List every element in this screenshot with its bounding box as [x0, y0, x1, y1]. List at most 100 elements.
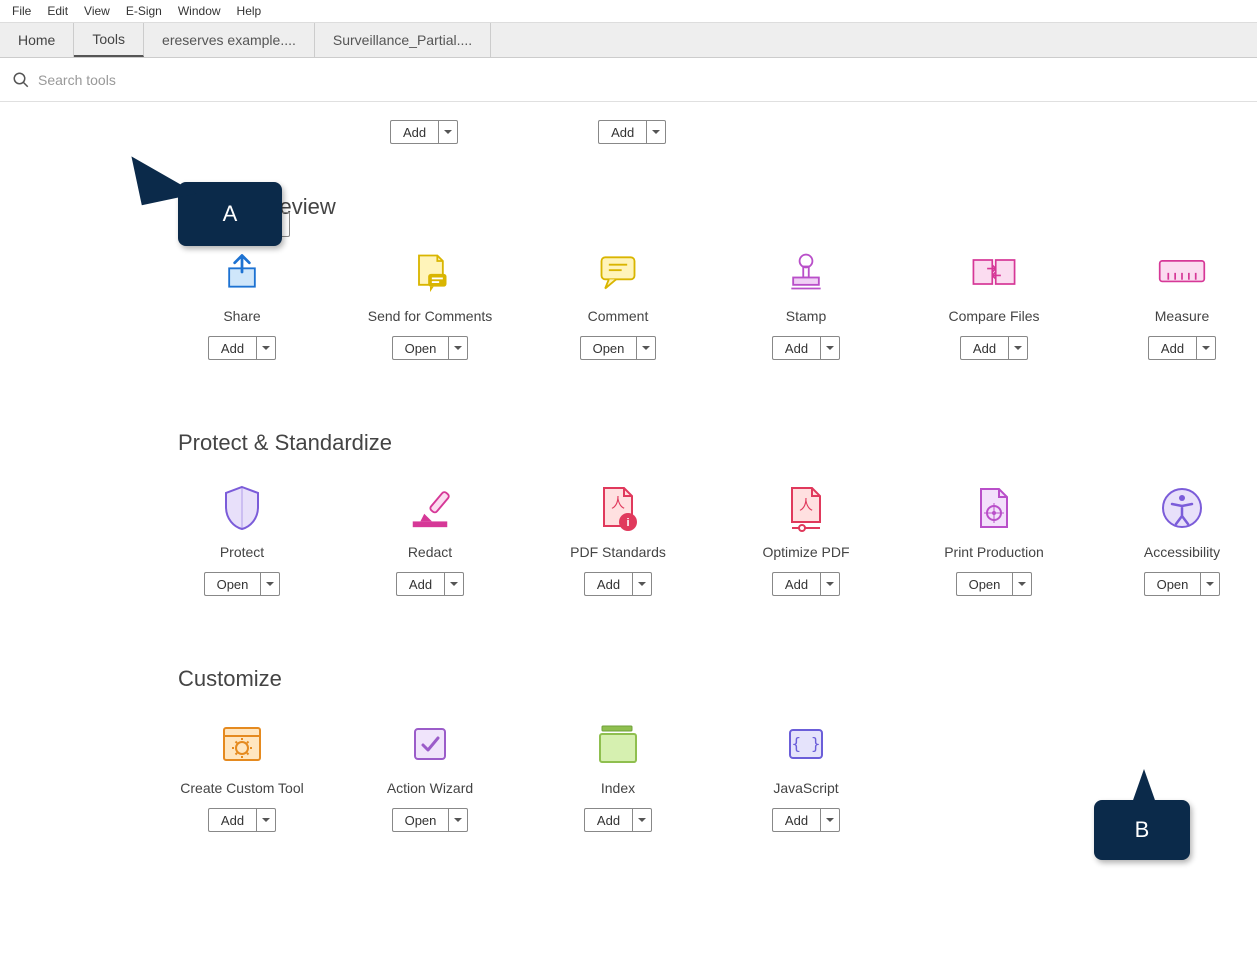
tab-tools[interactable]: Tools [74, 23, 144, 57]
tool-label: JavaScript [773, 780, 838, 796]
menu-edit[interactable]: Edit [39, 2, 76, 20]
tool-pdf-standards[interactable]: 人i PDF Standards Add [554, 484, 682, 596]
btn-main[interactable]: Open [392, 808, 449, 832]
btn-main[interactable]: Open [204, 572, 261, 596]
tool-javascript[interactable]: { } JavaScript Add [742, 720, 870, 832]
tool-button[interactable]: Open [392, 336, 469, 360]
tool-share[interactable]: Share Add [178, 248, 306, 360]
tool-comment[interactable]: Comment Open [554, 248, 682, 360]
tool-button[interactable]: Open [392, 808, 469, 832]
tab-doc-surveillance[interactable]: Surveillance_Partial.... [315, 23, 491, 57]
measure-icon [1158, 248, 1206, 296]
btn-drop[interactable] [256, 336, 276, 360]
orphan-add-button-2[interactable]: Add [598, 120, 666, 144]
btn-drop[interactable] [1200, 572, 1220, 596]
tool-button[interactable]: Add [208, 336, 276, 360]
btn-drop[interactable] [820, 808, 840, 832]
orphan-add-drop-2[interactable] [646, 120, 666, 144]
send-comments-icon [406, 248, 454, 296]
svg-text:人: 人 [611, 495, 625, 511]
tool-label: Accessibility [1144, 544, 1220, 560]
action-wizard-icon [406, 720, 454, 768]
tool-button[interactable]: Open [956, 572, 1033, 596]
menu-view[interactable]: View [76, 2, 118, 20]
orphan-add-main-2[interactable]: Add [598, 120, 646, 144]
tool-redact[interactable]: Redact Add [366, 484, 494, 596]
btn-main[interactable]: Add [772, 336, 820, 360]
svg-text:人: 人 [799, 497, 813, 513]
tool-send-for-comments[interactable]: Send for Comments Open [366, 248, 494, 360]
tool-button[interactable]: Add [960, 336, 1028, 360]
btn-main[interactable]: Add [396, 572, 444, 596]
btn-drop[interactable] [1196, 336, 1216, 360]
btn-drop[interactable] [636, 336, 656, 360]
tool-protect[interactable]: Protect Open [178, 484, 306, 596]
btn-main[interactable]: Open [1144, 572, 1201, 596]
btn-drop[interactable] [1008, 336, 1028, 360]
tool-button[interactable]: Add [396, 572, 464, 596]
tab-home[interactable]: Home [0, 23, 74, 57]
btn-drop[interactable] [444, 572, 464, 596]
orphan-add-main-1[interactable]: Add [390, 120, 438, 144]
btn-main[interactable]: Add [960, 336, 1008, 360]
tool-measure[interactable]: Measure Add [1118, 248, 1246, 360]
menu-file[interactable]: File [4, 2, 39, 20]
tool-optimize-pdf[interactable]: 人 Optimize PDF Add [742, 484, 870, 596]
tool-print-production[interactable]: Print Production Open [930, 484, 1058, 596]
btn-drop[interactable] [448, 336, 468, 360]
protect-icon [218, 484, 266, 532]
btn-main[interactable]: Open [392, 336, 449, 360]
section-title-share: Share & Review [178, 194, 1257, 220]
menu-help[interactable]: Help [229, 2, 270, 20]
tool-button[interactable]: Add [1148, 336, 1216, 360]
btn-main[interactable]: Open [956, 572, 1013, 596]
btn-main[interactable]: Add [1148, 336, 1196, 360]
btn-drop[interactable] [256, 808, 276, 832]
btn-drop[interactable] [260, 572, 280, 596]
tab-doc-ereserves[interactable]: ereserves example.... [144, 23, 315, 57]
tool-button[interactable]: Add [772, 336, 840, 360]
searchbar [0, 58, 1257, 102]
btn-main[interactable]: Add [772, 808, 820, 832]
menu-window[interactable]: Window [170, 2, 229, 20]
tool-button[interactable]: Open [1144, 572, 1221, 596]
tool-button[interactable]: Open [580, 336, 657, 360]
optimize-icon: 人 [782, 484, 830, 532]
pdf-standards-icon: 人i [594, 484, 642, 532]
tool-label: Measure [1155, 308, 1209, 324]
btn-main[interactable]: Add [772, 572, 820, 596]
btn-main[interactable]: Add [208, 808, 256, 832]
tool-button[interactable]: Add [584, 572, 652, 596]
tool-button[interactable]: Add [584, 808, 652, 832]
tool-label: Stamp [786, 308, 826, 324]
tool-compare-files[interactable]: Compare Files Add [930, 248, 1058, 360]
btn-drop[interactable] [820, 336, 840, 360]
btn-drop[interactable] [820, 572, 840, 596]
btn-main[interactable]: Add [584, 808, 632, 832]
btn-main[interactable]: Add [584, 572, 632, 596]
tool-stamp[interactable]: Stamp Add [742, 248, 870, 360]
btn-main[interactable]: Add [208, 336, 256, 360]
tool-grid-share: Share Add Send for Comments Open [178, 248, 1257, 380]
share-icon [218, 248, 266, 296]
tool-create-custom-tool[interactable]: Create Custom Tool Add [178, 720, 306, 832]
orphan-add-button-1[interactable]: Add [390, 120, 458, 144]
btn-drop[interactable] [1012, 572, 1032, 596]
btn-main[interactable]: Open [580, 336, 637, 360]
tool-button[interactable]: Add [772, 808, 840, 832]
index-icon [594, 720, 642, 768]
search-input[interactable] [38, 72, 338, 88]
tool-action-wizard[interactable]: Action Wizard Open [366, 720, 494, 832]
tool-index[interactable]: Index Add [554, 720, 682, 832]
tool-button[interactable]: Add [772, 572, 840, 596]
section-title-customize: Customize [178, 666, 1257, 692]
btn-drop[interactable] [448, 808, 468, 832]
menu-esign[interactable]: E-Sign [118, 2, 170, 20]
tool-button[interactable]: Open [204, 572, 281, 596]
tool-accessibility[interactable]: Accessibility Open [1118, 484, 1246, 596]
tool-button[interactable]: Add [208, 808, 276, 832]
btn-drop[interactable] [632, 572, 652, 596]
orphan-add-drop-1[interactable] [438, 120, 458, 144]
callout-a: A [178, 182, 282, 246]
btn-drop[interactable] [632, 808, 652, 832]
